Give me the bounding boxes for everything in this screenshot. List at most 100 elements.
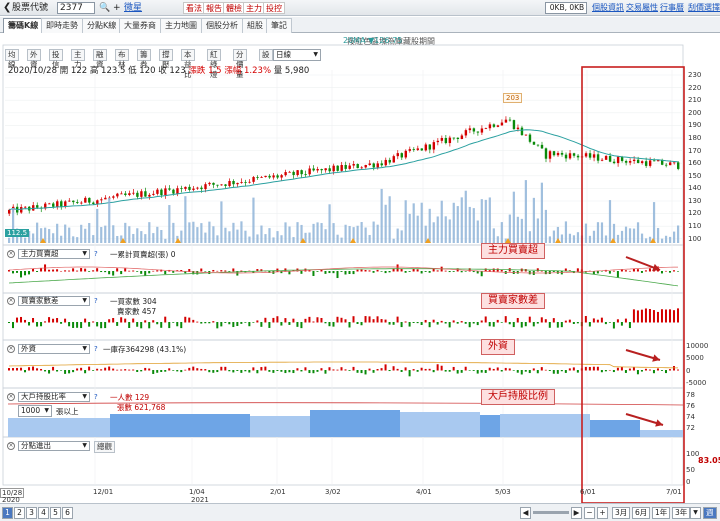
period-week-button[interactable]: 週 bbox=[703, 507, 717, 519]
major-bar bbox=[172, 271, 175, 273]
page-button[interactable]: 3 bbox=[26, 507, 37, 519]
page-button[interactable]: 1 bbox=[2, 507, 13, 519]
zoom-out-icon[interactable]: − bbox=[584, 507, 595, 519]
volume-bar bbox=[436, 216, 439, 243]
panel-select-foreign[interactable]: 外資 ▼ bbox=[18, 344, 90, 354]
toggle-foreign[interactable]: 外資 bbox=[27, 49, 41, 69]
price-tick: 140 bbox=[688, 184, 702, 192]
page-button[interactable]: 4 bbox=[38, 507, 49, 519]
candle-body bbox=[8, 209, 11, 214]
major-bar bbox=[100, 271, 103, 273]
page-button[interactable]: 6 bbox=[62, 507, 73, 519]
major-bar bbox=[364, 269, 367, 272]
page-button[interactable]: 2 bbox=[14, 507, 25, 519]
scroll-left-icon[interactable]: ◀ bbox=[520, 507, 531, 519]
candle-body bbox=[392, 156, 395, 163]
foreign-bar bbox=[104, 367, 107, 371]
foreign-bar bbox=[524, 370, 527, 372]
panel-select-major[interactable]: 主力買賣超 ▼ bbox=[18, 249, 90, 259]
close-icon[interactable]: × bbox=[7, 297, 15, 305]
date-label: 3/02 bbox=[325, 488, 341, 496]
candle-body bbox=[48, 203, 51, 205]
help-icon[interactable]: ? bbox=[94, 297, 98, 305]
major-bar bbox=[404, 271, 407, 273]
foreign-bar bbox=[240, 370, 243, 373]
candle-body bbox=[96, 200, 99, 204]
major-bar bbox=[420, 271, 423, 274]
sellers-legend: 賣家數 457 bbox=[117, 307, 157, 316]
help-icon[interactable]: ? bbox=[94, 345, 98, 353]
help-icon[interactable]: ? bbox=[94, 250, 98, 258]
range-6m[interactable]: 6月 bbox=[632, 507, 651, 519]
volume-bar bbox=[384, 204, 387, 243]
candle-body bbox=[480, 128, 484, 133]
major-bar bbox=[452, 271, 455, 272]
foreign-bar bbox=[80, 367, 83, 371]
candle-body bbox=[408, 149, 411, 151]
toggle-trust[interactable]: 投信 bbox=[49, 49, 63, 69]
foreign-bar bbox=[448, 370, 451, 372]
major-bar bbox=[416, 269, 419, 272]
page-button[interactable]: 5 bbox=[50, 507, 61, 519]
candle-body bbox=[320, 169, 323, 171]
toggle-major[interactable]: 主力 bbox=[71, 49, 85, 69]
range-1y[interactable]: 1年 bbox=[652, 507, 671, 519]
toggle-support[interactable]: 撐壓 bbox=[159, 49, 173, 69]
panel-select-brokers[interactable]: 買賣家數差 ▼ bbox=[18, 296, 90, 306]
panel-select-holders[interactable]: 大戶持股比率 ▼ bbox=[18, 392, 90, 402]
zoom-in-icon[interactable]: + bbox=[597, 507, 608, 519]
close-icon[interactable]: × bbox=[7, 393, 15, 401]
broker-diff-bar bbox=[440, 320, 443, 323]
foreign-bar bbox=[536, 370, 539, 374]
broker-diff-bar bbox=[368, 316, 371, 323]
settings-button[interactable]: 設 bbox=[259, 49, 273, 61]
date-label: 4/01 bbox=[416, 488, 432, 496]
broker-diff-bar bbox=[52, 318, 55, 323]
range-3m[interactable]: 3月 bbox=[612, 507, 631, 519]
volume-bar bbox=[268, 228, 271, 243]
toggle-margin[interactable]: 融資 bbox=[93, 49, 107, 69]
foreign-bar bbox=[60, 370, 63, 371]
candle-body bbox=[76, 202, 79, 204]
foreign-bar bbox=[600, 370, 603, 373]
major-bar bbox=[448, 271, 451, 273]
overview-button[interactable]: 總觀 bbox=[94, 441, 115, 453]
broker-diff-bar bbox=[192, 319, 195, 323]
toggle-price-volume[interactable]: 分價量 bbox=[233, 49, 247, 79]
volume-bar bbox=[220, 201, 223, 243]
major-bar bbox=[424, 271, 427, 272]
period-select[interactable]: 日線 ▼ bbox=[273, 49, 321, 61]
close-icon[interactable]: × bbox=[7, 250, 15, 258]
ohlc-close: 收 123 bbox=[158, 66, 186, 76]
toggle-ma[interactable]: 均線 bbox=[5, 49, 19, 69]
candle-body bbox=[92, 202, 95, 204]
foreign-bar bbox=[492, 368, 495, 371]
close-icon[interactable]: × bbox=[7, 345, 15, 353]
range-dropdown-icon[interactable]: ▼ bbox=[690, 507, 701, 519]
price-tick: 120 bbox=[688, 209, 702, 217]
major-bar bbox=[332, 271, 335, 274]
panel-select-branch[interactable]: 分點進出 ▼ bbox=[18, 441, 90, 451]
volume-bar bbox=[520, 218, 523, 243]
foreign-bar bbox=[644, 368, 647, 371]
scroll-right-icon[interactable]: ▶ bbox=[571, 507, 582, 519]
toggle-chip[interactable]: 籌券 bbox=[137, 49, 151, 69]
foreign-bar bbox=[640, 370, 643, 372]
toggle-pe[interactable]: 本益比 bbox=[181, 49, 195, 79]
candle-body bbox=[652, 160, 656, 162]
foreign-bar bbox=[16, 367, 19, 371]
candle-body bbox=[396, 153, 399, 157]
volume-bar bbox=[196, 227, 199, 243]
close-icon[interactable]: × bbox=[7, 442, 15, 450]
holders-area bbox=[310, 410, 400, 437]
toggle-bollinger[interactable]: 布林 bbox=[115, 49, 129, 69]
scrollbar-track[interactable] bbox=[533, 511, 569, 514]
help-icon[interactable]: ? bbox=[94, 393, 98, 401]
range-3y[interactable]: 3年 bbox=[672, 507, 691, 519]
broker-diff-bar bbox=[128, 322, 131, 328]
volume-bar bbox=[392, 238, 395, 243]
toggle-traffic[interactable]: 紅綠燈 bbox=[207, 49, 221, 79]
volume-bar bbox=[532, 197, 535, 243]
foreign-bar bbox=[456, 370, 459, 374]
holding-threshold-select[interactable]: 1000 ▼ bbox=[18, 405, 52, 417]
